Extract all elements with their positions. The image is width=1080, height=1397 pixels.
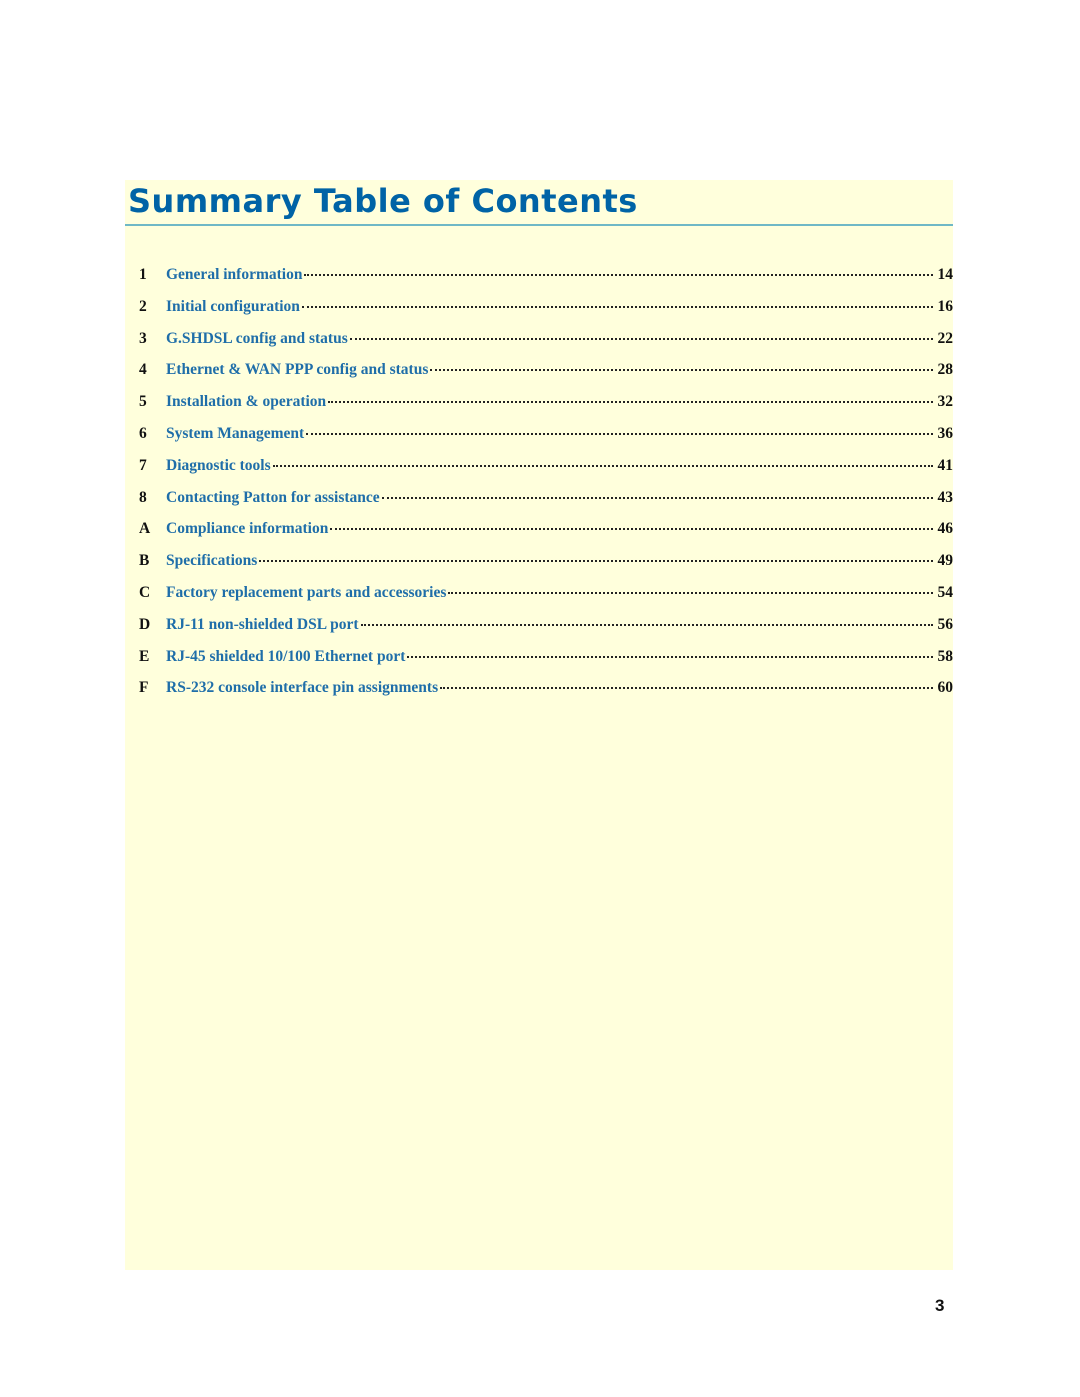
toc-panel: Summary Table of Contents 1 General info… <box>125 180 953 1270</box>
toc-entry-page: 36 <box>937 425 954 442</box>
dot-leader <box>360 623 933 626</box>
dot-leader <box>306 432 933 435</box>
toc-entry-number: 2 <box>139 297 147 315</box>
page-title: Summary Table of Contents <box>128 182 638 220</box>
toc-entry-link[interactable]: Contacting Patton for assistance <box>166 489 380 507</box>
dot-leader <box>272 464 933 467</box>
toc-entry-number: 7 <box>139 456 147 474</box>
toc-entry[interactable]: 7 Diagnostic tools 41 <box>125 457 953 481</box>
toc-entry-page: 28 <box>937 361 954 379</box>
toc-entry-page: 14 <box>937 266 954 283</box>
toc-entry-link[interactable]: G.SHDSL config and status <box>166 330 348 348</box>
dot-leader <box>448 591 933 594</box>
dot-leader <box>330 527 933 531</box>
toc-entry-number: B <box>139 552 150 570</box>
title-rule <box>125 224 953 226</box>
toc-entry[interactable]: 2 Initial configuration 16 <box>125 298 953 322</box>
toc-entry[interactable]: 8 Contacting Patton for assistance 43 <box>125 489 953 513</box>
toc-entry-page: 46 <box>937 520 954 538</box>
toc-entry-page: 22 <box>937 329 954 347</box>
dot-leader <box>259 559 933 563</box>
toc-entry-number: 1 <box>139 266 147 283</box>
toc-entry-link[interactable]: System Management <box>166 425 304 443</box>
toc-entry-link[interactable]: RJ-45 shielded 10/100 Ethernet port <box>166 648 405 666</box>
toc-entry-page: 16 <box>937 297 954 315</box>
toc-entry-number: E <box>139 647 150 665</box>
dot-leader <box>328 400 933 404</box>
dot-leader <box>407 655 933 658</box>
dot-leader <box>301 305 933 308</box>
toc-entry-link[interactable]: RJ-11 non-shielded DSL port <box>166 616 359 634</box>
toc-entry-link[interactable]: Specifications <box>166 552 257 570</box>
toc-entry[interactable]: C Factory replacement parts and accessor… <box>125 584 953 608</box>
toc-entry-link[interactable]: General information <box>166 266 302 284</box>
toc-entry[interactable]: 6 System Management 36 <box>125 425 953 449</box>
toc-entry-number: 8 <box>139 488 147 506</box>
toc-entry-link[interactable]: Compliance information <box>166 520 328 538</box>
dot-leader <box>349 337 933 340</box>
toc-entry-page: 43 <box>937 488 954 506</box>
toc-entry-number: D <box>139 615 151 633</box>
toc-entry-link[interactable]: Initial configuration <box>166 298 300 316</box>
page-number: 3 <box>935 1296 945 1315</box>
toc-entry-number: 5 <box>139 393 147 411</box>
toc-entry[interactable]: A Compliance information 46 <box>125 520 953 544</box>
toc-entry[interactable]: 1 General information 14 <box>125 266 953 290</box>
toc-entry-page: 58 <box>937 647 954 665</box>
toc-entry-number: A <box>139 520 151 538</box>
toc-entry-number: F <box>139 679 149 697</box>
toc-entry-number: 3 <box>139 329 147 347</box>
toc-entry-number: 6 <box>139 425 147 442</box>
toc-entry[interactable]: D RJ-11 non-shielded DSL port 56 <box>125 616 953 640</box>
toc-entry-page: 32 <box>937 393 954 411</box>
toc-entry-page: 60 <box>937 679 954 697</box>
toc-entry[interactable]: 5 Installation & operation 32 <box>125 393 953 417</box>
toc-entry[interactable]: B Specifications 49 <box>125 552 953 576</box>
toc-entry-page: 54 <box>937 584 954 601</box>
toc-entry-link[interactable]: Diagnostic tools <box>166 457 271 475</box>
toc-entry[interactable]: 3 G.SHDSL config and status 22 <box>125 330 953 354</box>
toc-entry-link[interactable]: Factory replacement parts and accessorie… <box>166 584 446 602</box>
toc-entry-page: 41 <box>937 456 954 474</box>
dot-leader <box>430 368 933 372</box>
dot-leader <box>304 273 933 276</box>
toc-entry[interactable]: 4 Ethernet & WAN PPP config and status 2… <box>125 361 953 385</box>
toc-entry-number: C <box>139 584 151 601</box>
toc-entry-page: 56 <box>937 615 954 633</box>
toc-entry-link[interactable]: Installation & operation <box>166 393 326 411</box>
toc-entry-page: 49 <box>937 552 954 570</box>
toc-entry-link[interactable]: RS-232 console interface pin assignments <box>166 679 438 697</box>
toc-entry[interactable]: F RS-232 console interface pin assignmen… <box>125 679 953 703</box>
dot-leader <box>381 496 933 499</box>
toc-entry-number: 4 <box>139 361 147 379</box>
toc-entry-link[interactable]: Ethernet & WAN PPP config and status <box>166 361 428 379</box>
dot-leader <box>440 686 933 690</box>
toc-entry[interactable]: E RJ-45 shielded 10/100 Ethernet port 58 <box>125 648 953 672</box>
